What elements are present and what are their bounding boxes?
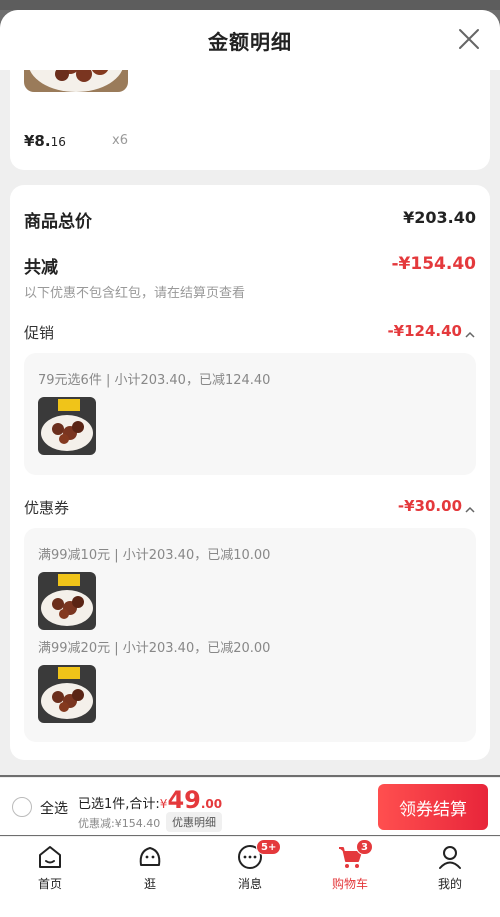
discount-hint: 以下优惠不包含红包，请在结算页查看 [24, 286, 246, 301]
tab-cart-label: 购物车 [331, 877, 368, 891]
promotion-product-thumb[interactable] [38, 397, 96, 455]
promotion-label: 促销 [24, 324, 55, 342]
coupon-box: 满99减10元 | 小计203.40，已减10.00 满99减20元 | 小计2… [24, 528, 476, 742]
product-price: ¥8.16 [24, 132, 66, 150]
coupon-line-1: 满99减10元 | 小计203.40，已减10.00 [38, 548, 271, 563]
promotion-box: 79元选6件 | 小计203.40，已减124.40 [24, 353, 476, 475]
promotion-amount-toggle[interactable]: -¥124.40 [387, 322, 476, 340]
selected-summary: 已选1件,合计:¥49.00 [78, 786, 222, 814]
product-quantity: x6 [112, 133, 128, 148]
checkout-button[interactable]: 领券结算 [378, 784, 488, 830]
coupon-product-thumb-1[interactable] [38, 572, 96, 630]
total-reduce-label: 共减 [24, 258, 58, 278]
message-badge: 5+ [256, 839, 282, 855]
checkout-bar: 全选 已选1件,合计:¥49.00 优惠减:¥154.40 优惠明细 领券结算 [0, 777, 500, 835]
goods-total-label: 商品总价 [24, 212, 92, 232]
coupon-line-2: 满99减20元 | 小计203.40，已减20.00 [38, 641, 271, 656]
close-icon[interactable] [456, 26, 482, 52]
select-all-radio[interactable] [12, 797, 32, 817]
chevron-up-icon [464, 326, 476, 338]
tab-profile[interactable]: 我的 [410, 843, 490, 892]
total-integer: 49 [167, 786, 201, 814]
bottom-tab-bar: 首页 逛 5+ 消息 3 购物车 我的 [0, 836, 500, 917]
profile-icon [439, 846, 461, 869]
sheet-title: 金额明细 [208, 29, 292, 54]
tab-browse[interactable]: 逛 [110, 843, 190, 892]
tab-message-label: 消息 [237, 877, 262, 891]
coupon-product-thumb-2[interactable] [38, 665, 96, 723]
coupon-amount: -¥30.00 [397, 497, 462, 515]
tab-message[interactable]: 5+ 消息 [210, 839, 290, 892]
cart-badge: 3 [356, 839, 373, 855]
total-reduce-value: -¥154.40 [391, 254, 477, 274]
tab-profile-label: 我的 [437, 877, 462, 891]
amount-detail-sheet: 金额明细 ¥8.16 x6 商品总价 ¥203.40 共减 -¥154.40 以… [0, 10, 500, 775]
discount-summary: 优惠减:¥154.40 [78, 817, 161, 830]
home-icon [39, 846, 61, 868]
tab-home[interactable]: 首页 [10, 843, 90, 892]
amount-detail-card: 商品总价 ¥203.40 共减 -¥154.40 以下优惠不包含红包，请在结算页… [10, 185, 490, 760]
browse-icon [139, 847, 161, 866]
discount-detail-button[interactable]: 优惠明细 [166, 812, 222, 832]
coupon-label: 优惠券 [24, 499, 70, 517]
status-strip [0, 0, 500, 10]
tab-cart[interactable]: 3 购物车 [310, 839, 390, 892]
goods-total-value: ¥203.40 [403, 208, 476, 227]
promotion-amount: -¥124.40 [387, 322, 462, 340]
product-price-main: ¥8. [24, 132, 51, 150]
total-decimal: .00 [200, 797, 223, 811]
selected-count-text: 已选1件,合计: [78, 797, 160, 812]
select-all-label[interactable]: 全选 [40, 798, 68, 818]
chevron-up-icon [464, 501, 476, 513]
product-price-cents: 16 [50, 135, 66, 149]
tab-browse-label: 逛 [143, 877, 156, 891]
coupon-amount-toggle[interactable]: -¥30.00 [398, 497, 476, 515]
sheet-header: 金额明细 [0, 10, 500, 70]
tab-home-label: 首页 [37, 877, 62, 891]
promotion-line: 79元选6件 | 小计203.40，已减124.40 [38, 373, 271, 388]
